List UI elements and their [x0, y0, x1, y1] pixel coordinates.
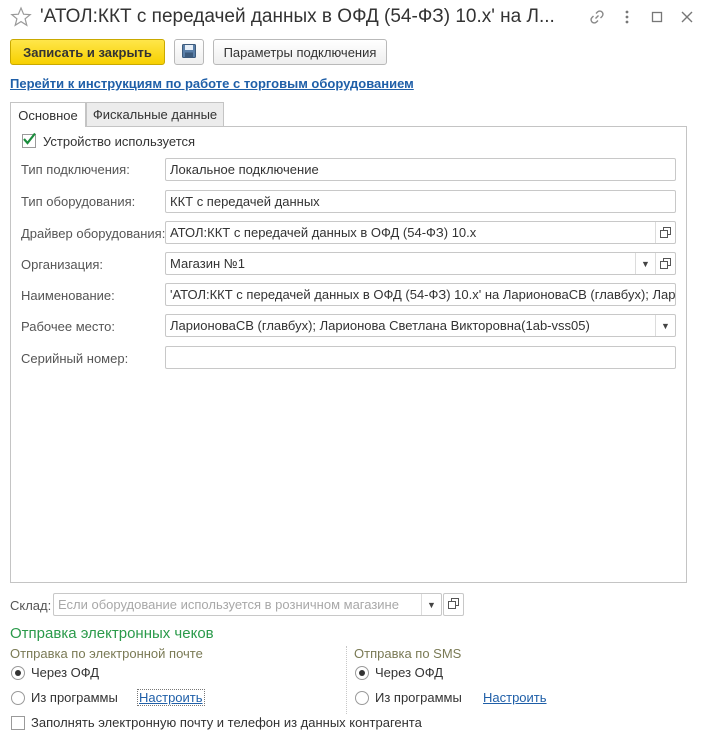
chevron-down-icon[interactable]: ▼	[421, 594, 441, 615]
device-used-label: Устройство используется	[43, 134, 196, 149]
sms-from-program-radio[interactable]	[355, 691, 369, 705]
star-icon[interactable]	[10, 6, 32, 28]
organization-value: Магазин №1	[170, 256, 245, 271]
serial-number-field[interactable]	[165, 346, 676, 369]
equipment-type-field[interactable]: ККТ с передачей данных	[165, 190, 676, 213]
maximize-icon[interactable]	[646, 6, 668, 28]
name-value: 'АТОЛ:ККТ с передачей данных в ОФД (54-Ф…	[170, 287, 675, 302]
warehouse-placeholder: Если оборудование используется в розничн…	[58, 597, 399, 612]
chevron-down-icon[interactable]: ▼	[655, 315, 675, 336]
instructions-link[interactable]: Перейти к инструкциям по работе с торгов…	[10, 76, 414, 91]
equipment-type-value: ККТ с передачей данных	[170, 194, 320, 209]
name-field[interactable]: 'АТОЛ:ККТ с передачей данных в ОФД (54-Ф…	[165, 283, 676, 306]
sms-from-program-label: Из программы	[375, 690, 462, 705]
tab-fiscal-data[interactable]: Фискальные данные	[86, 102, 224, 126]
connection-params-button[interactable]: Параметры подключения	[213, 39, 387, 65]
section-divider	[346, 646, 347, 714]
warehouse-label: Склад:	[10, 598, 52, 613]
open-icon[interactable]	[655, 222, 675, 243]
open-icon[interactable]	[655, 253, 675, 274]
radio-selected-dot	[359, 670, 365, 676]
email-from-program-radio[interactable]	[11, 691, 25, 705]
sms-via-ofd-label: Через ОФД	[375, 665, 444, 680]
connection-type-label: Тип подключения:	[21, 162, 130, 177]
sms-configure-link[interactable]: Настроить	[483, 690, 547, 705]
name-label: Наименование:	[21, 288, 115, 303]
organization-label: Организация:	[21, 257, 104, 272]
email-sending-title: Отправка по электронной почте	[10, 646, 203, 661]
window-title: 'АТОЛ:ККТ с передачей данных в ОФД (54-Ф…	[40, 6, 555, 27]
warehouse-field[interactable]: Если оборудование используется в розничн…	[53, 593, 442, 616]
more-icon[interactable]	[616, 6, 638, 28]
workplace-field[interactable]: ЛарионоваСВ (главбух); Ларионова Светлан…	[165, 314, 676, 337]
warehouse-open-button[interactable]	[443, 593, 464, 616]
receipts-section-title: Отправка электронных чеков	[10, 625, 214, 642]
save-and-close-button[interactable]: Записать и закрыть	[10, 39, 165, 65]
driver-value: АТОЛ:ККТ с передачей данных в ОФД (54-ФЗ…	[170, 225, 477, 240]
driver-label: Драйвер оборудования:	[21, 226, 166, 241]
sms-via-ofd-radio[interactable]	[355, 666, 369, 680]
device-used-checkbox[interactable]	[22, 132, 36, 148]
fill-contacts-label: Заполнять электронную почту и телефон из…	[31, 715, 422, 730]
radio-selected-dot	[15, 670, 21, 676]
connection-type-field[interactable]: Локальное подключение	[165, 158, 676, 181]
workplace-label: Рабочее место:	[21, 319, 116, 334]
email-via-ofd-label: Через ОФД	[31, 665, 100, 680]
tab-main[interactable]: Основное	[10, 102, 86, 127]
driver-field[interactable]: АТОЛ:ККТ с передачей данных в ОФД (54-ФЗ…	[165, 221, 676, 244]
floppy-disk-icon	[181, 43, 197, 62]
fill-contacts-checkbox[interactable]	[11, 716, 25, 730]
link-icon[interactable]	[586, 6, 608, 28]
sms-sending-title: Отправка по SMS	[354, 646, 462, 661]
organization-field[interactable]: Магазин №1 ▼	[165, 252, 676, 275]
workplace-value: ЛарионоваСВ (главбух); Ларионова Светлан…	[170, 318, 590, 333]
serial-number-label: Серийный номер:	[21, 351, 129, 366]
email-via-ofd-radio[interactable]	[11, 666, 25, 680]
checkmark-icon	[23, 132, 36, 145]
open-icon	[448, 597, 459, 612]
equipment-type-label: Тип оборудования:	[21, 194, 136, 209]
save-button[interactable]	[174, 39, 204, 65]
email-configure-link[interactable]: Настроить	[137, 689, 205, 706]
chevron-down-icon[interactable]: ▼	[635, 253, 655, 274]
connection-type-value: Локальное подключение	[170, 162, 319, 177]
email-from-program-label: Из программы	[31, 690, 118, 705]
close-icon[interactable]	[676, 6, 698, 28]
